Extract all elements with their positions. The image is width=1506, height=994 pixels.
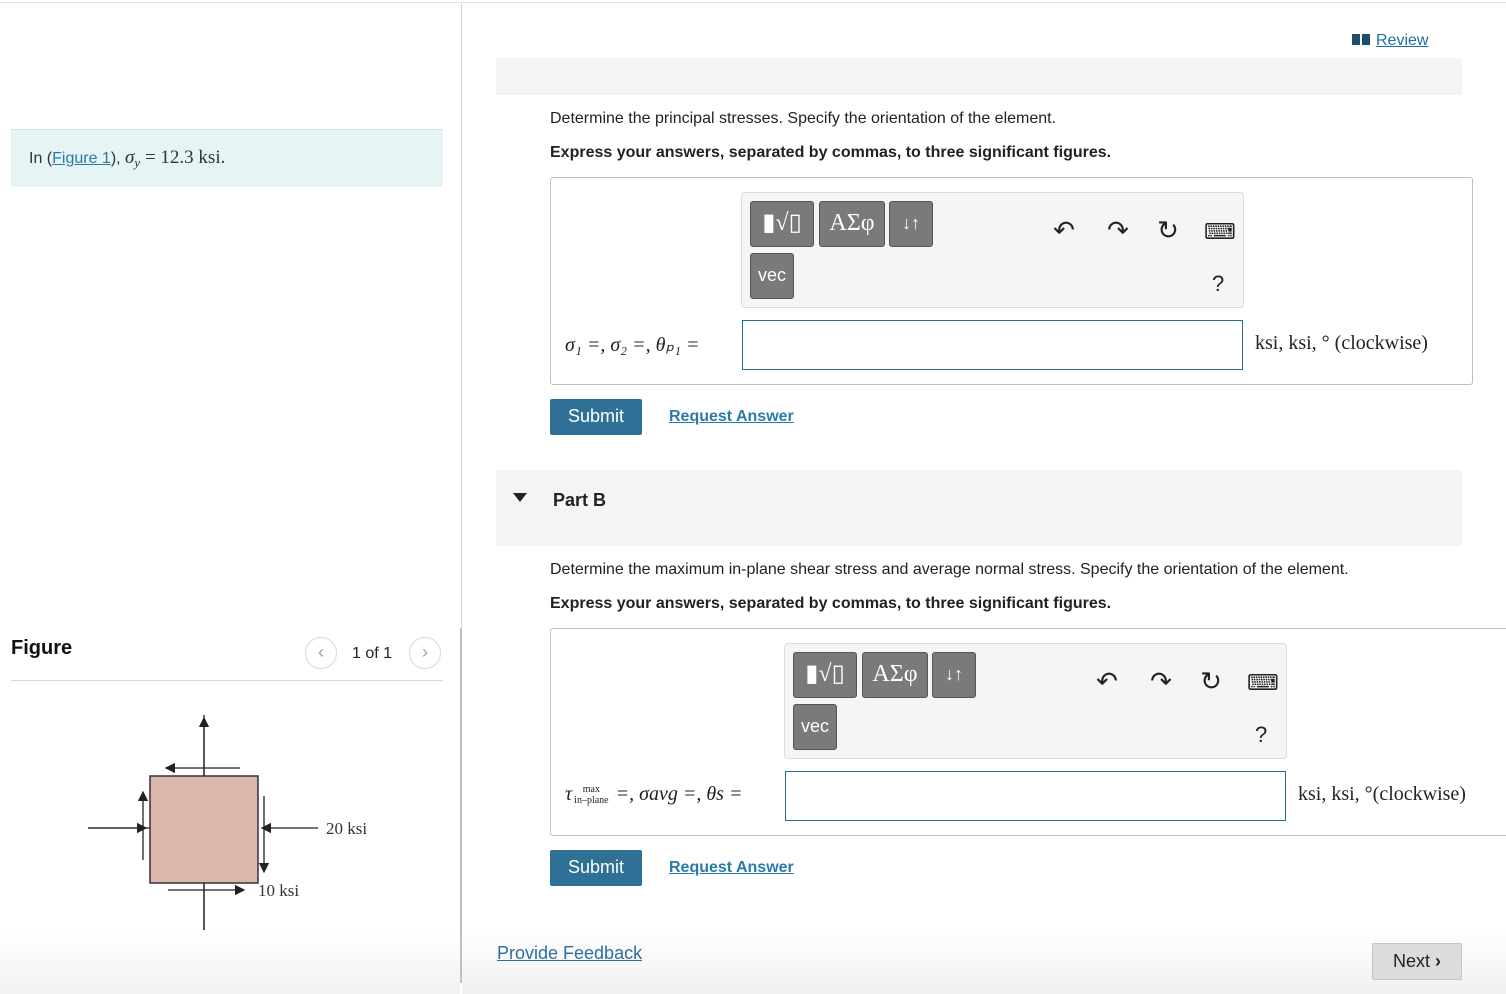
chevron-right-icon: › <box>1435 951 1442 971</box>
reset-icon[interactable]: ↻ <box>1196 666 1226 697</box>
figure-rule <box>11 680 443 681</box>
part-a-math-toolbar: ▮√▯ ΑΣφ ↓↑ vec ↶ ↷ ↻ ⌨ ? <box>741 192 1244 308</box>
templates-icon: ▮√▯ <box>805 661 845 687</box>
caret-down-icon[interactable] <box>513 493 527 502</box>
part-b-submit-button[interactable]: Submit <box>550 850 642 886</box>
part-a-lhs: σ₁ =, σ₂ =, θₚ₁ = <box>565 334 700 356</box>
figure-link[interactable]: Figure 1 <box>52 150 111 167</box>
part-b-answer-box: ▮√▯ ΑΣφ ↓↑ vec ↶ ↷ ↻ ⌨ ? τ max in–plane =,… <box>550 628 1506 836</box>
top-border <box>0 2 1506 3</box>
part-b-question: Determine the maximum in-plane shear str… <box>550 561 1349 578</box>
chevron-right-icon: › <box>422 642 428 662</box>
part-b-units: ksi, ksi, °(clockwise) <box>1298 783 1466 805</box>
book-icon <box>1352 33 1370 51</box>
subscript-superscript-button[interactable]: ↓↑ <box>932 652 976 698</box>
part-a-question: Determine the principal stresses. Specif… <box>550 110 1057 127</box>
help-button[interactable]: ? <box>1212 271 1224 297</box>
prev-figure-button[interactable]: ‹ <box>305 637 337 669</box>
part-b-title[interactable]: Part B <box>553 490 606 511</box>
part-a-answer-input[interactable] <box>742 320 1243 370</box>
vector-button[interactable]: vec <box>793 704 837 750</box>
given-info-box: In (Figure 1), σy = 12.3 ksi. <box>11 129 443 187</box>
redo-icon[interactable]: ↷ <box>1146 666 1176 697</box>
part-a-request-answer-link[interactable]: Request Answer <box>669 408 794 426</box>
part-b-header-bar[interactable] <box>496 470 1462 546</box>
left-bottom-fade <box>0 930 460 994</box>
part-a-submit-button[interactable]: Submit <box>550 399 642 435</box>
redo-icon[interactable]: ↷ <box>1103 215 1133 246</box>
stress-element-figure: 20 ksi 10 ksi <box>88 715 367 944</box>
keyboard-icon[interactable]: ⌨ <box>1247 670 1279 696</box>
part-a-units: ksi, ksi, ° (clockwise) <box>1255 332 1428 354</box>
part-a-header-bar <box>496 58 1462 95</box>
given-text: In (Figure 1), σy = 12.3 ksi. <box>29 147 226 171</box>
figure-pager: 1 of 1 <box>352 645 393 662</box>
part-b-request-answer-link[interactable]: Request Answer <box>669 859 794 877</box>
undo-icon[interactable]: ↶ <box>1049 215 1079 246</box>
reset-icon[interactable]: ↻ <box>1153 215 1183 246</box>
label-20ksi: 20 ksi <box>326 819 367 838</box>
subscript-superscript-button[interactable]: ↓↑ <box>889 201 933 247</box>
keyboard-icon[interactable]: ⌨ <box>1204 219 1236 245</box>
help-button[interactable]: ? <box>1255 722 1267 748</box>
greek-symbols-button[interactable]: ΑΣφ <box>862 652 928 698</box>
tau-symbol: τ <box>565 783 573 805</box>
label-10ksi: 10 ksi <box>258 881 299 900</box>
next-figure-button[interactable]: › <box>409 637 441 669</box>
undo-icon[interactable]: ↶ <box>1092 666 1122 697</box>
part-b-math-toolbar: ▮√▯ ΑΣφ ↓↑ vec ↶ ↷ ↻ ⌨ ? <box>784 643 1287 759</box>
part-a-answer-box: ▮√▯ ΑΣφ ↓↑ vec ↶ ↷ ↻ ⌨ ? σ₁ =, σ₂ =, θₚ₁… <box>550 177 1473 385</box>
part-b-lhs: τ max in–plane =, σavg =, θs = <box>565 783 743 807</box>
figure-title: Figure <box>11 637 73 659</box>
templates-button[interactable]: ▮√▯ <box>750 201 814 247</box>
part-a-instruction: Express your answers, separated by comma… <box>550 144 1112 161</box>
review-link[interactable]: Review <box>1352 32 1428 51</box>
part-b-answer-input[interactable] <box>785 771 1286 821</box>
stress-element <box>149 775 259 884</box>
greek-symbols-button[interactable]: ΑΣφ <box>819 201 885 247</box>
provide-feedback-link[interactable]: Provide Feedback <box>497 943 642 964</box>
next-button[interactable]: Next › <box>1372 943 1462 980</box>
part-b-instruction: Express your answers, separated by comma… <box>550 595 1112 612</box>
templates-icon: ▮√▯ <box>762 210 802 236</box>
given-value: = 12.3 ksi. <box>140 147 226 168</box>
templates-button[interactable]: ▮√▯ <box>793 652 857 698</box>
vector-button[interactable]: vec <box>750 253 794 299</box>
chevron-left-icon: ‹ <box>318 642 324 662</box>
